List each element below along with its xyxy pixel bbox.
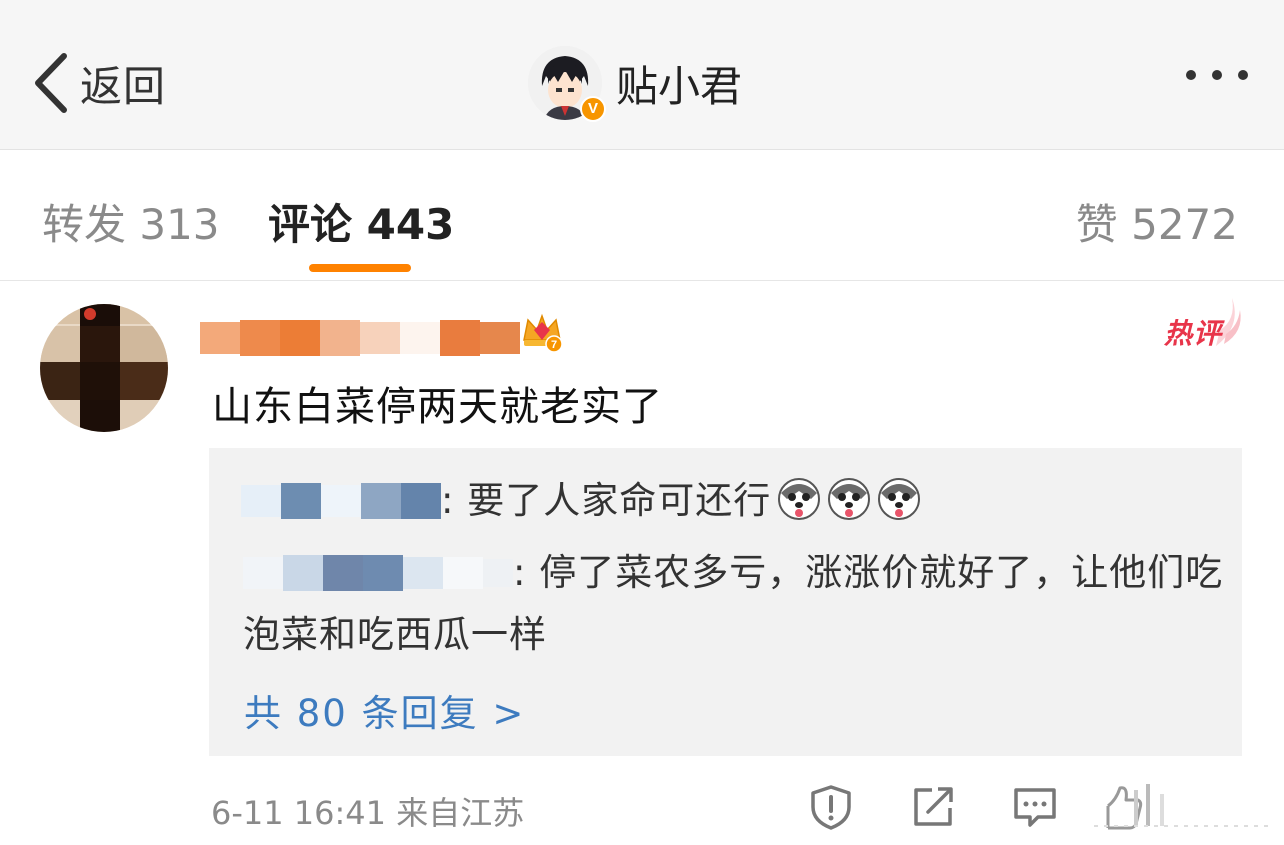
crown-icon: 7 (523, 313, 563, 353)
share-icon (914, 787, 953, 826)
vip-level-badge: 7 (520, 310, 564, 354)
commenter-avatar[interactable] (40, 304, 168, 432)
like-button[interactable] (1094, 784, 1270, 830)
view-all-replies-link[interactable]: 共 80 条回复 > (244, 683, 525, 737)
report-button[interactable] (808, 784, 854, 830)
dot-icon (1212, 70, 1222, 80)
reply-item[interactable]: : 停了菜农多亏，涨涨价就好了，让他们吃泡菜和吃西瓜一样 (243, 542, 1233, 666)
share-button[interactable] (910, 784, 956, 830)
reply-author-blurred[interactable] (241, 481, 441, 521)
dot-icon (1238, 70, 1248, 80)
tab-likes[interactable]: 赞 5272 (1076, 191, 1238, 252)
comment-text: 山东白菜停两天就老实了 (212, 384, 663, 430)
tab-comments[interactable]: 评论 443 (268, 191, 454, 252)
profile-header[interactable]: V 贴小君 (528, 45, 742, 122)
back-label: 返回 (80, 61, 167, 111)
husky-emoji-icon (777, 477, 821, 521)
profile-avatar[interactable]: V (528, 46, 606, 122)
hot-comment-badge: 热评 (1164, 296, 1244, 352)
active-tab-indicator (309, 264, 411, 272)
reply-text: : 要了人家命可还行 (441, 479, 772, 522)
husky-emoji-icon (877, 477, 921, 521)
tab-bar: 转发 313 评论 443 赞 5272 (0, 151, 1284, 281)
pixelated-avatar-image (40, 304, 168, 432)
back-button[interactable]: 返回 (30, 48, 166, 118)
reply-item[interactable]: : 要了人家命可还行 (241, 470, 921, 532)
top-nav-bar: 返回 V 贴小君 (0, 0, 1284, 150)
tab-reposts[interactable]: 转发 313 (42, 191, 220, 252)
vip-level-number: 7 (551, 339, 557, 351)
reply-button[interactable] (1012, 784, 1058, 830)
chevron-left-icon (35, 53, 67, 113)
more-options-button[interactable] (1186, 70, 1248, 80)
dot-icon (1186, 70, 1196, 80)
verified-badge: V (580, 96, 606, 122)
commenter-name-blurred[interactable] (200, 318, 520, 358)
report-icon (811, 785, 851, 830)
husky-emoji-icon (827, 477, 871, 521)
comment-icon (1014, 788, 1056, 827)
profile-name[interactable]: 贴小君 (616, 53, 742, 114)
hot-comment-label: 热评 (1164, 317, 1223, 350)
like-icon (1094, 784, 1270, 830)
reply-author-blurred[interactable] (243, 553, 513, 593)
comment-meta: 6-11 16:41 来自江苏 (211, 794, 525, 832)
